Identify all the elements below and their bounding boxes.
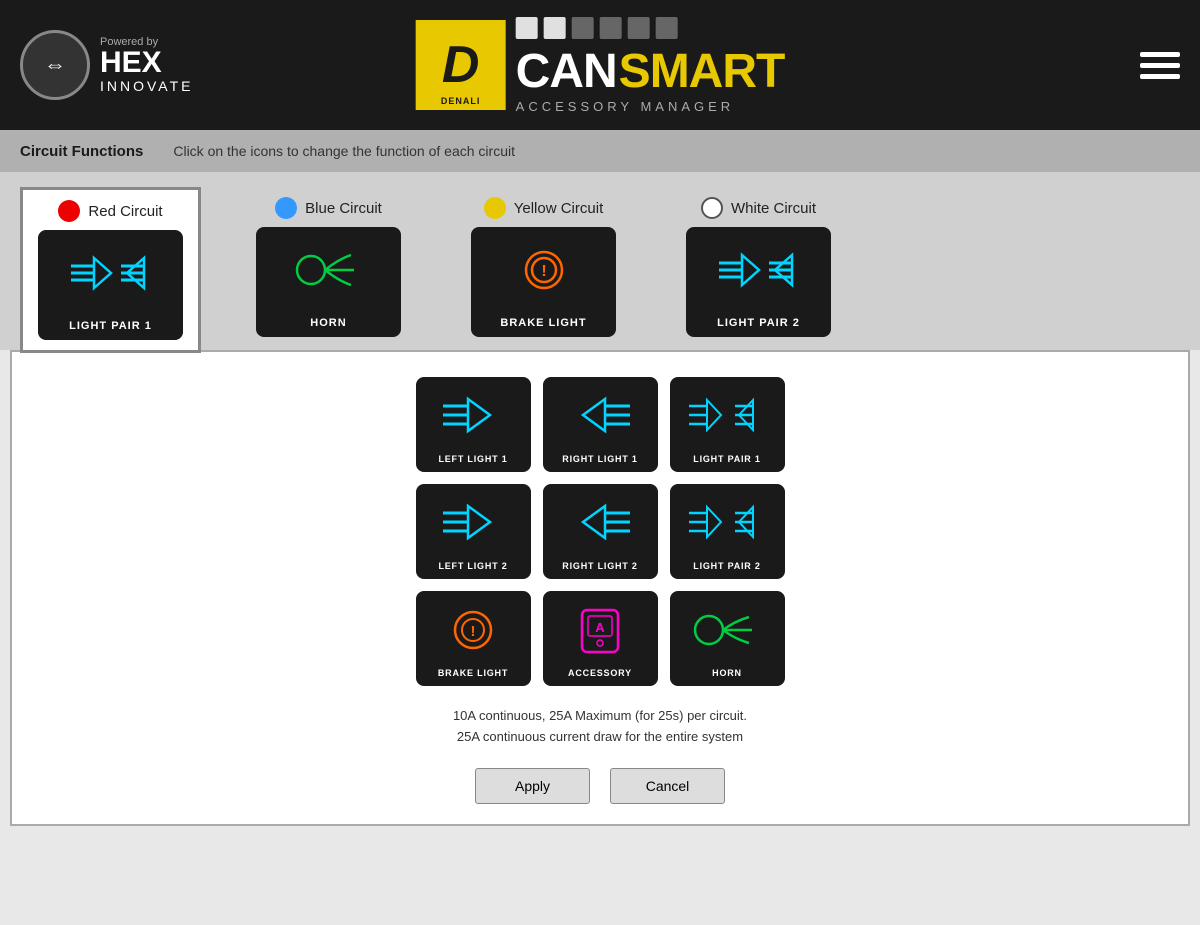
sq-icon-4 <box>600 17 622 39</box>
info-text: 10A continuous, 25A Maximum (for 25s) pe… <box>453 706 747 748</box>
center-logo: D DENALI CAN SMART ACCESSORY MANAGER <box>416 17 785 114</box>
light-pair-1-grid-label: LIGHT PAIR 1 <box>693 454 760 464</box>
yellow-function-label: BRAKE LIGHT <box>500 317 586 337</box>
brake-light-grid-icon: ! <box>438 605 508 655</box>
white-function-label: LIGHT PAIR 2 <box>717 317 800 337</box>
brake-light-button[interactable]: ! BRAKE LIGHT <box>416 591 531 686</box>
blue-circuit-card[interactable]: HORN <box>256 227 401 337</box>
svg-text:A: A <box>595 620 605 635</box>
circuit-item-yellow[interactable]: Yellow Circuit ! BRAKE LIGHT <box>456 187 631 347</box>
right-light-2-button[interactable]: RIGHT LIGHT 2 <box>543 484 658 579</box>
left-light-2-icon <box>438 500 508 545</box>
main-panel: LEFT LIGHT 1 RIGHT LIGHT 1 <box>10 350 1190 826</box>
icon-grid: LEFT LIGHT 1 RIGHT LIGHT 1 <box>416 377 785 686</box>
accessory-manager-label: ACCESSORY MANAGER <box>516 99 785 114</box>
circuit-item-red[interactable]: Red Circuit LIGHT PA <box>20 187 201 353</box>
red-function-label: LIGHT PAIR 1 <box>69 320 152 340</box>
menu-bar-3 <box>1140 74 1180 79</box>
yellow-circuit-label: Yellow Circuit <box>514 200 603 217</box>
sq-icon-5 <box>628 17 650 39</box>
left-light-2-label: LEFT LIGHT 2 <box>438 561 507 571</box>
right-light-1-label: RIGHT LIGHT 1 <box>562 454 637 464</box>
menu-button[interactable] <box>1140 52 1180 79</box>
light-pair-1-icon <box>66 248 156 298</box>
circuit-functions-bar: Circuit Functions Click on the icons to … <box>0 130 1200 172</box>
light-pair-1-grid-icon <box>687 393 767 438</box>
red-circuit-label: Red Circuit <box>88 203 162 220</box>
hex-brand-label: HEX <box>100 48 194 78</box>
light-pair-2-button[interactable]: LIGHT PAIR 2 <box>670 484 785 579</box>
circuit-item-blue[interactable]: Blue Circuit HORN <box>241 187 416 347</box>
cancel-button[interactable]: Cancel <box>610 768 725 804</box>
white-circuit-label: White Circuit <box>731 200 816 217</box>
red-circuit-card[interactable]: LIGHT PAIR 1 <box>38 230 183 340</box>
white-circuit-card[interactable]: LIGHT PAIR 2 <box>686 227 831 337</box>
right-light-1-icon <box>565 393 635 438</box>
menu-bar-1 <box>1140 52 1180 57</box>
innovate-label: INNOVATE <box>100 78 194 94</box>
info-line-1: 10A continuous, 25A Maximum (for 25s) pe… <box>453 706 747 727</box>
accessory-icon: A <box>570 605 630 655</box>
horn-button[interactable]: HORN <box>670 591 785 686</box>
light-pair-2-grid-icon <box>687 500 767 545</box>
left-light-1-icon <box>438 393 508 438</box>
light-pair-2-icon <box>714 245 804 295</box>
left-light-1-label: LEFT LIGHT 1 <box>438 454 507 464</box>
menu-bar-2 <box>1140 63 1180 68</box>
info-line-2: 25A continuous current draw for the enti… <box>453 727 747 748</box>
right-light-1-button[interactable]: RIGHT LIGHT 1 <box>543 377 658 472</box>
yellow-dot-icon <box>484 197 506 219</box>
light-pair-2-grid-label: LIGHT PAIR 2 <box>693 561 760 571</box>
circuit-item-white[interactable]: White Circuit LIGHT PAIR 2 <box>671 187 846 347</box>
can-word: CAN <box>516 44 617 99</box>
denali-label: DENALI <box>416 96 506 106</box>
brake-light-icon-header: ! <box>504 245 584 295</box>
yellow-circuit-card[interactable]: ! BRAKE LIGHT <box>471 227 616 337</box>
svg-text:!: ! <box>471 623 476 640</box>
button-row: Apply Cancel <box>475 768 725 804</box>
red-dot-icon <box>58 200 80 222</box>
accessory-label: ACCESSORY <box>568 668 632 678</box>
sq-icon-6 <box>656 17 678 39</box>
blue-circuit-label: Blue Circuit <box>305 200 382 217</box>
circuit-functions-title: Circuit Functions <box>20 143 143 160</box>
sq-icon-3 <box>572 17 594 39</box>
circuit-selection-area: Red Circuit LIGHT PA <box>0 172 1200 350</box>
sq-icon-2 <box>544 17 566 39</box>
circuit-instruction: Click on the icons to change the functio… <box>173 143 515 159</box>
blue-function-label: HORN <box>310 317 346 337</box>
can-smart-icons <box>516 17 785 39</box>
horn-icon <box>289 245 369 295</box>
horn-grid-label: HORN <box>712 668 742 678</box>
horn-grid-icon <box>687 605 767 655</box>
accessory-button[interactable]: A ACCESSORY <box>543 591 658 686</box>
header: ⇔ Powered by HEX INNOVATE D DENALI CAN S… <box>0 0 1200 130</box>
svg-text:!: ! <box>541 263 546 280</box>
white-dot-icon <box>701 197 723 219</box>
right-light-2-icon <box>565 500 635 545</box>
brake-light-grid-label: BRAKE LIGHT <box>438 668 508 678</box>
blue-dot-icon <box>275 197 297 219</box>
smart-word: SMART <box>619 44 785 99</box>
left-light-2-button[interactable]: LEFT LIGHT 2 <box>416 484 531 579</box>
left-light-1-button[interactable]: LEFT LIGHT 1 <box>416 377 531 472</box>
right-light-2-label: RIGHT LIGHT 2 <box>562 561 637 571</box>
sq-icon-1 <box>516 17 538 39</box>
denali-box: D DENALI <box>416 20 506 110</box>
hex-logo: ⇔ Powered by HEX INNOVATE <box>20 30 194 100</box>
light-pair-1-button[interactable]: LIGHT PAIR 1 <box>670 377 785 472</box>
hex-circle-icon: ⇔ <box>20 30 90 100</box>
apply-button[interactable]: Apply <box>475 768 590 804</box>
